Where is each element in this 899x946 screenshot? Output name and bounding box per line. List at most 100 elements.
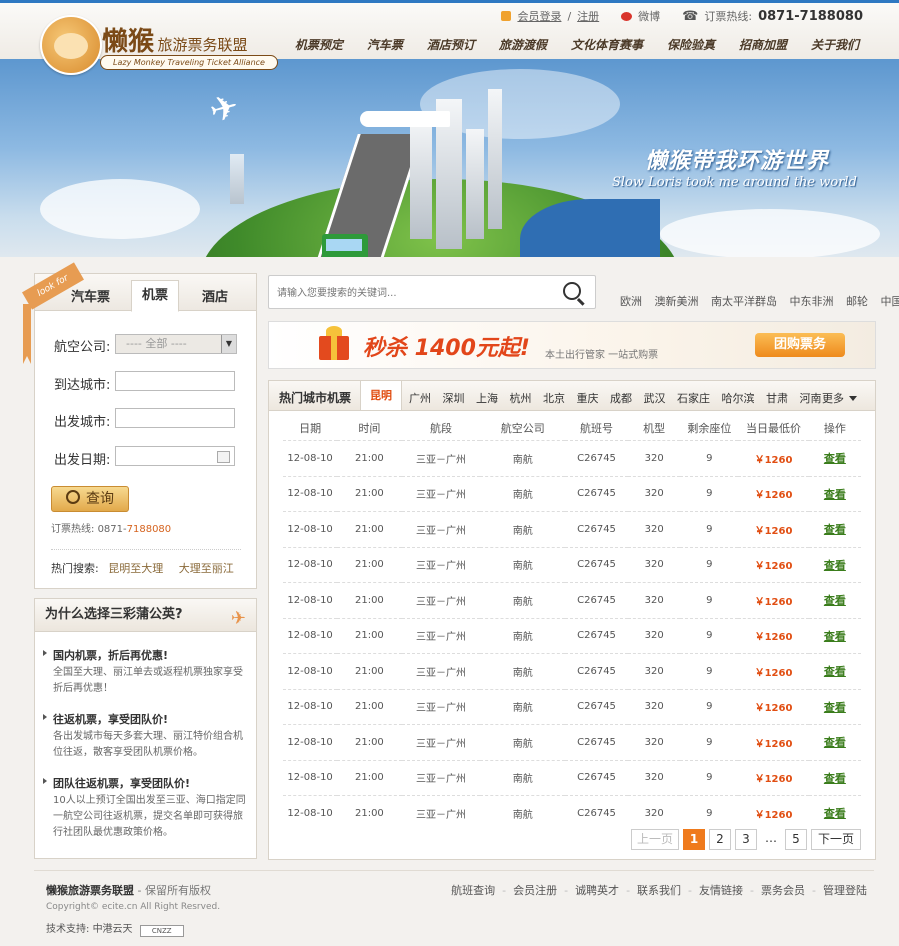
tech-link[interactable]: 中港云天	[93, 924, 133, 935]
tab-city[interactable]: 深圳	[443, 392, 465, 405]
price-cell: ￥1260	[738, 511, 809, 547]
next-page-button[interactable]: 下一页	[811, 829, 861, 850]
table-header-row: 日期 时间 航段 航空公司 航班号 机型 剩余座位 当日最低价 操作	[283, 416, 861, 441]
member-login-link[interactable]: 会员登录	[517, 8, 561, 24]
view-link[interactable]: 查看	[808, 475, 861, 512]
hot-search-link[interactable]: 大理至丽江	[179, 562, 234, 575]
promo-subtitle: 本土出行管家 一站式购票	[545, 350, 659, 361]
price-cell: ￥1260	[738, 582, 809, 618]
region-link[interactable]: 欧洲	[620, 295, 642, 308]
depart-date-input[interactable]	[115, 446, 235, 466]
register-link[interactable]: 注册	[577, 8, 599, 24]
nav-bus[interactable]: 汽车票	[355, 36, 415, 53]
search-input[interactable]	[275, 282, 549, 304]
cloud-shape	[40, 179, 200, 239]
page-button[interactable]: 3	[735, 829, 757, 850]
view-link[interactable]: 查看	[808, 617, 861, 654]
nav-franchise[interactable]: 招商加盟	[727, 36, 799, 53]
query-button[interactable]: 查询	[51, 486, 129, 512]
separator: -	[812, 884, 816, 897]
search-icon[interactable]	[563, 282, 581, 300]
tab-city[interactable]: 北京	[543, 392, 565, 405]
why-choose-header: 为什么选择三彩蒲公英? ✈	[35, 599, 256, 632]
footer-link[interactable]: 友情链接	[699, 884, 743, 897]
view-link[interactable]: 查看	[808, 724, 861, 760]
tab-city[interactable]: 上海	[476, 392, 498, 405]
weibo-link[interactable]: 微博	[638, 8, 660, 24]
cnzz-badge[interactable]: CNZZ	[139, 925, 184, 937]
prev-page-button[interactable]: 上一页	[631, 829, 679, 850]
page-button[interactable]: 5	[785, 829, 807, 850]
nav-about[interactable]: 关于我们	[799, 36, 871, 53]
airline-cell: 南航	[480, 617, 566, 654]
region-link[interactable]: 澳新美洲	[655, 295, 699, 308]
why-item-title: 往返机票，享受团队价!	[43, 711, 249, 727]
view-link[interactable]: 查看	[808, 759, 861, 796]
train-illustration	[360, 111, 450, 127]
hot-search-label: 热门搜索:	[51, 562, 99, 575]
tab-city[interactable]: 武汉	[644, 392, 666, 405]
hero-banner: ✈ 懒猴带我环游世界 Slow Loris took me around the…	[0, 59, 899, 257]
tab-city-active[interactable]: 昆明	[360, 381, 402, 410]
view-link[interactable]: 查看	[808, 688, 861, 725]
depart-city-input[interactable]	[115, 408, 235, 428]
table-row: 12-08-10 21:00 三亚－广州 南航 C26745 320 9 ￥1260 查看	[283, 759, 861, 796]
nav-vacation[interactable]: 旅游渡假	[487, 36, 559, 53]
footer-link[interactable]: 航班查询	[451, 884, 495, 897]
seats-cell: 9	[680, 475, 739, 512]
tab-city[interactable]: 广州	[409, 392, 431, 405]
footer-link[interactable]: 管理登陆	[823, 884, 867, 897]
footer-link[interactable]: 联系我们	[637, 884, 681, 897]
tab-hotel[interactable]: 酒店	[202, 286, 228, 305]
airline-select[interactable]: ---- 全部 ---- ▼	[115, 334, 237, 354]
promo-banner[interactable]: 秒杀 1400元起! 本土出行管家 一站式购票 团购票务	[268, 321, 876, 369]
flight-no-cell: C26745	[565, 617, 628, 654]
site-logo[interactable]: 懒猴 旅游票务联盟 Lazy Monkey Traveling Ticket A…	[40, 11, 280, 75]
tab-city[interactable]: 重庆	[577, 392, 599, 405]
nav-insurance[interactable]: 保险验真	[655, 36, 727, 53]
group-buy-button[interactable]: 团购票务	[755, 333, 845, 357]
flight-no-cell: C26745	[565, 440, 628, 476]
view-link[interactable]: 查看	[808, 582, 861, 618]
column-header: 日期	[299, 422, 322, 435]
view-link[interactable]: 查看	[808, 795, 861, 831]
footer-brand: 懒猴旅游票务联盟	[46, 884, 134, 897]
tab-city[interactable]: 甘肃	[766, 392, 788, 405]
view-link[interactable]: 查看	[808, 653, 861, 689]
footer-link[interactable]: 诚聘英才	[575, 884, 619, 897]
tab-city[interactable]: 杭州	[510, 392, 532, 405]
tab-city[interactable]: 哈尔滨	[722, 392, 755, 405]
nav-hotel[interactable]: 酒店预订	[415, 36, 487, 53]
footer-link[interactable]: 票务会员	[761, 884, 805, 897]
view-link[interactable]: 查看	[808, 511, 861, 547]
region-link[interactable]: 中东非洲	[790, 295, 834, 308]
tab-city[interactable]: 河南	[800, 392, 822, 405]
calendar-icon[interactable]	[217, 451, 230, 463]
region-link[interactable]: 南太平洋群岛	[711, 295, 777, 308]
region-link[interactable]: 中国	[881, 295, 899, 308]
view-link[interactable]: 查看	[808, 440, 861, 476]
why-item-title: 团队往返机票，享受团队价!	[43, 775, 249, 791]
tab-city[interactable]: 石家庄	[677, 392, 710, 405]
tab-flight[interactable]: 机票	[131, 280, 180, 312]
tab-bus[interactable]: 汽车票	[71, 286, 110, 305]
arrive-city-input[interactable]	[115, 371, 235, 391]
page-button-current[interactable]: 1	[683, 829, 705, 850]
more-cities-dropdown[interactable]: 更多	[822, 390, 857, 406]
footer-link[interactable]: 会员注册	[513, 884, 557, 897]
time-cell: 21:00	[337, 759, 402, 796]
hot-search-link[interactable]: 昆明至大理	[108, 562, 163, 575]
page-button[interactable]: 2	[709, 829, 731, 850]
time-cell: 21:00	[337, 546, 402, 583]
nav-flights[interactable]: 机票预定	[283, 36, 355, 53]
tab-city[interactable]: 成都	[610, 392, 632, 405]
price-cell: ￥1260	[738, 546, 809, 583]
chevron-down-icon[interactable]: ▼	[221, 335, 236, 353]
separator: -	[626, 884, 631, 897]
table-row: 12-08-10 21:00 三亚－广州 南航 C26745 320 9 ￥1260 查看	[283, 475, 861, 512]
table-row: 12-08-10 21:00 三亚－广州 南航 C26745 320 9 ￥1260 查看	[283, 440, 861, 476]
nav-events[interactable]: 文化体育赛事	[559, 36, 655, 53]
view-link[interactable]: 查看	[808, 546, 861, 583]
region-link[interactable]: 邮轮	[846, 295, 868, 308]
footer-links: 航班查询 - 会员注册 - 诚聘英才 - 联系我们 - 友情链接 - 票务会员 - 管理登陆	[451, 882, 867, 898]
